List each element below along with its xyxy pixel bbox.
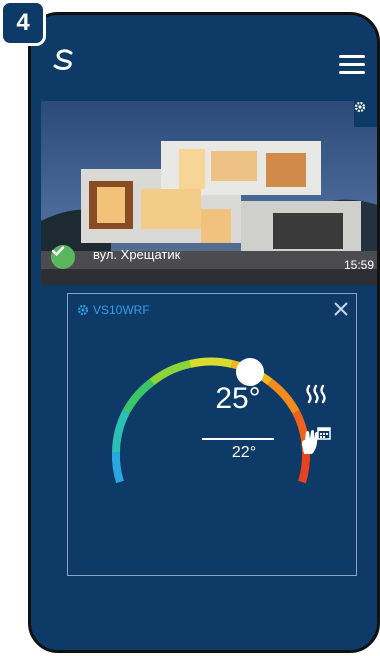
house-photo	[41, 101, 377, 285]
set-temperature: 25°	[215, 382, 261, 415]
step-number-badge: 4	[0, 0, 46, 46]
current-temperature: 22°	[231, 444, 257, 461]
phone-screen: вул. Хрещатик 15:59 VS10WRF 25° 22°	[28, 12, 380, 653]
temperature-divider	[202, 438, 274, 440]
thermostat-card[interactable]: VS10WRF 25° 22°	[67, 293, 357, 576]
settings-gear-icon[interactable]	[354, 101, 377, 127]
temperature-arc	[111, 357, 311, 484]
home-time: 15:59	[343, 258, 374, 272]
home-address: вул. Хрещатик	[93, 247, 181, 262]
heating-waves-icon[interactable]	[304, 382, 328, 406]
home-card[interactable]: вул. Хрещатик 15:59	[41, 101, 377, 285]
step-number: 4	[16, 9, 30, 36]
brand-s-logo-icon	[53, 49, 73, 70]
hamburger-menu-icon[interactable]	[339, 55, 365, 74]
status-check-icon	[51, 245, 75, 269]
manual-hand-calendar-icon[interactable]	[298, 426, 332, 456]
